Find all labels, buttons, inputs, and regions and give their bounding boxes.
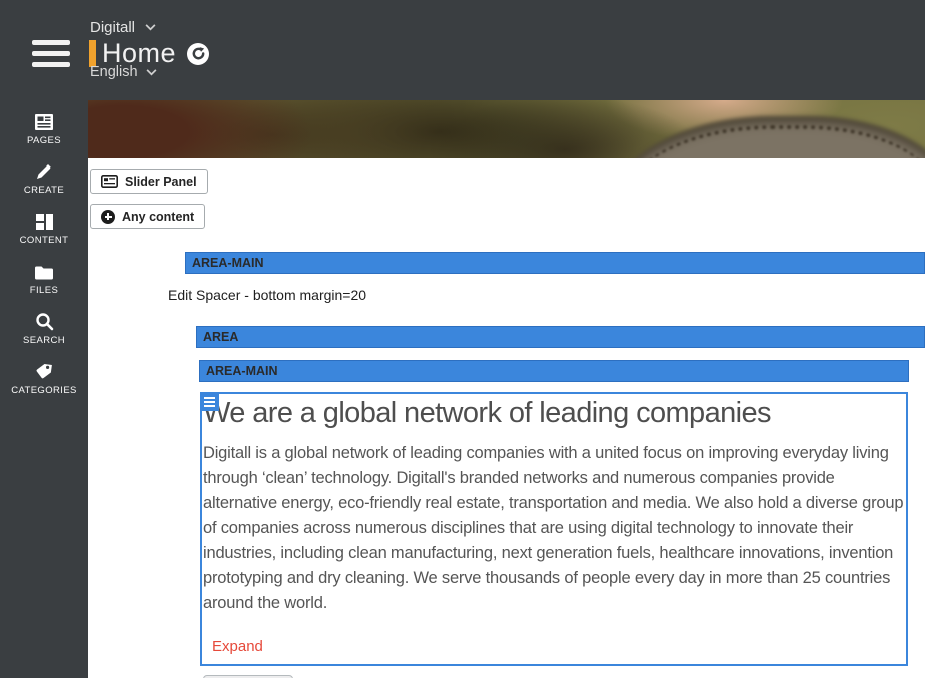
sidebar: PAGES CREATE CONTENT FILES SEARCH CATEGO… [0,100,88,678]
sidebar-item-content[interactable]: CONTENT [0,203,88,253]
drag-handle-icon[interactable] [200,392,219,411]
sidebar-item-create[interactable]: CREATE [0,153,88,203]
sidebar-item-label: PAGES [26,134,62,146]
refresh-icon [192,47,204,60]
plus-circle-icon [101,209,115,224]
pages-icon [34,111,54,131]
area-bar-label: AREA-MAIN [206,364,278,378]
content-heading: We are a global network of leading compa… [203,397,772,429]
sidebar-item-label: SEARCH [23,334,65,346]
language-selector[interactable]: English [90,64,157,80]
any-content-label: Any content [122,209,195,224]
expand-link[interactable]: Expand [212,638,263,655]
content-block[interactable]: We are a global network of leading compa… [200,392,908,666]
refresh-button[interactable] [187,42,210,65]
files-icon [34,261,54,281]
sidebar-item-label: FILES [29,284,59,296]
area-bar-label: AREA-MAIN [192,256,264,270]
chevron-down-icon [145,24,156,31]
sidebar-item-pages[interactable]: PAGES [0,103,88,153]
slider-panel-label: Slider Panel [125,174,197,189]
hamburger-menu-icon[interactable] [32,40,70,67]
sidebar-item-label: CREATE [23,184,65,196]
area-bar-label: AREA [203,330,239,344]
chevron-down-icon [146,68,157,75]
top-bar: Digitall Home English [0,0,925,100]
site-selector[interactable]: Digitall [90,19,156,36]
sidebar-item-label: CATEGORIES [11,384,77,396]
categories-icon [35,361,54,381]
panel-icon [101,175,118,188]
slider-panel-button[interactable]: Slider Panel [90,169,208,194]
sidebar-item-categories[interactable]: CATEGORIES [0,353,88,403]
edit-spacer-note[interactable]: Edit Spacer - bottom margin=20 [168,287,366,303]
cms-editor-screen: Digitall Home English PAGES CREATE CONTE… [0,0,925,678]
language-label: English [90,64,138,80]
content-icon [35,211,54,231]
area-main-bar-2[interactable]: AREA-MAIN [199,360,909,382]
site-name: Digitall [90,19,136,36]
any-content-button[interactable]: Any content [90,204,206,229]
hero-slider-image [88,100,925,158]
area-main-bar-1[interactable]: AREA-MAIN [185,252,925,274]
title-accent-bar [89,40,96,67]
content-body-text: Digitall is a global network of leading … [203,444,904,612]
sidebar-item-files[interactable]: FILES [0,253,88,303]
sidebar-item-label: CONTENT [19,234,69,246]
create-icon [35,161,53,181]
area-bar[interactable]: AREA [196,326,925,348]
sidebar-item-search[interactable]: SEARCH [0,303,88,353]
search-icon [35,311,54,331]
